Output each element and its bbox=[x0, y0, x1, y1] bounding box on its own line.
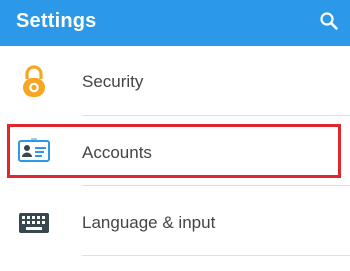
settings-item-security[interactable]: Security bbox=[0, 46, 350, 116]
settings-item-label: Language & input bbox=[82, 213, 216, 232]
padlock-icon bbox=[16, 63, 52, 99]
id-card-icon bbox=[16, 133, 52, 169]
settings-item-language-input[interactable]: Language & input bbox=[0, 186, 350, 256]
keyboard-icon bbox=[16, 204, 52, 240]
search-icon bbox=[320, 12, 338, 30]
settings-item-label: Accounts bbox=[82, 143, 152, 162]
settings-screen: Settings Security Accounts Language & in… bbox=[0, 0, 350, 271]
settings-list: Security Accounts Language & input bbox=[0, 46, 350, 271]
settings-item-label: Security bbox=[82, 72, 144, 91]
page-title: Settings bbox=[16, 10, 97, 32]
search-button[interactable] bbox=[315, 7, 343, 35]
divider bbox=[82, 255, 350, 256]
settings-item-accounts[interactable]: Accounts bbox=[0, 116, 350, 186]
app-bar: Settings bbox=[0, 0, 350, 46]
